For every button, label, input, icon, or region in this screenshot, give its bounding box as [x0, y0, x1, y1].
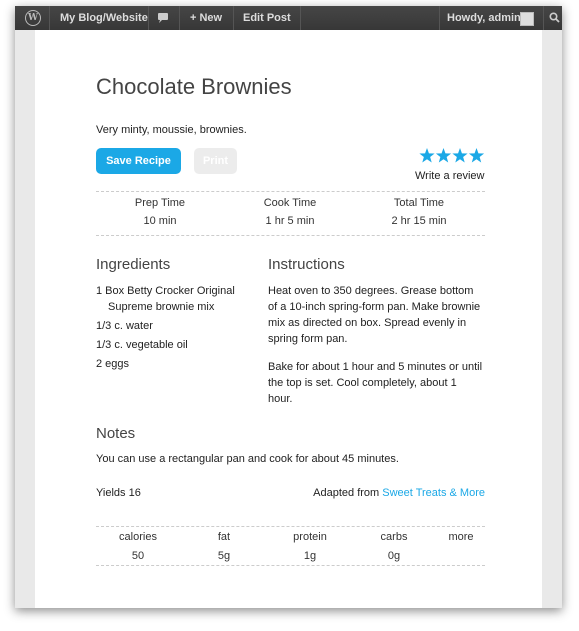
nutrition-label: fat: [217, 531, 231, 543]
admin-bar: W My Blog/Website + New Edit Post Howdy,…: [15, 6, 562, 30]
star-icon[interactable]: [452, 148, 468, 163]
divider: [96, 235, 485, 236]
recipe-card: Chocolate Brownies Very minty, moussie, …: [35, 30, 542, 608]
wordpress-menu[interactable]: W: [15, 6, 49, 30]
save-recipe-button[interactable]: Save Recipe: [96, 148, 181, 174]
edit-post-link[interactable]: Edit Post: [243, 6, 291, 30]
ingredient-item: 1 Box Betty Crocker Original Supreme bro…: [96, 283, 266, 315]
total-time-label: Total Time: [393, 197, 445, 209]
more-nutrition-link[interactable]: more: [431, 531, 491, 543]
instruction-line: of a 10-inch spring-form pan. Make brown…: [268, 301, 481, 313]
rating-stars[interactable]: [419, 146, 485, 166]
instructions-heading: Instructions: [268, 256, 345, 273]
ingredient-item: 1/3 c. water: [96, 320, 153, 332]
ingredients-heading: Ingredients: [96, 256, 171, 273]
ingredient-text: 1 Box Betty Crocker Original: [96, 285, 235, 297]
notes-heading: Notes: [96, 425, 136, 442]
site-name-link[interactable]: My Blog/Website: [60, 6, 148, 30]
cook-time-value: 1 hr 5 min: [265, 215, 315, 227]
recipe-summary: Very minty, moussie, brownies.: [96, 124, 247, 136]
instruction-line: mix as directed on box. Spread evenly in: [268, 317, 467, 329]
ingredient-item: 1/3 c. vegetable oil: [96, 339, 188, 351]
nutrition-value: 5g: [217, 550, 231, 562]
new-content-link[interactable]: + New: [190, 6, 222, 30]
instruction-step: Heat oven to 350 degrees. Grease bottom …: [268, 283, 498, 347]
divider: [96, 526, 485, 527]
nutrition-label: protein: [293, 531, 327, 543]
print-button[interactable]: Print: [194, 148, 237, 174]
prep-time-label: Prep Time: [134, 197, 186, 209]
instruction-line: spring form pan.: [268, 333, 348, 345]
yields: Yields 16: [96, 487, 141, 499]
adapted-from: Adapted from Sweet Treats & More: [310, 485, 485, 501]
source-link[interactable]: Sweet Treats & More: [382, 487, 485, 499]
search-button[interactable]: [548, 6, 562, 30]
nutrition-value: 50: [131, 550, 145, 562]
browser-window: W My Blog/Website + New Edit Post Howdy,…: [15, 6, 562, 608]
ingredient-item: 2 eggs: [96, 358, 130, 370]
instruction-line: Bake for about 1 hour and 5 minutes or u…: [268, 361, 483, 373]
nutrition-value: 1g: [303, 550, 317, 562]
instruction-step: Bake for about 1 hour and 5 minutes or u…: [268, 359, 498, 407]
ingredient-text: Supreme brownie mix: [108, 301, 215, 313]
recipe-title: Chocolate Brownies: [96, 74, 292, 99]
divider: [96, 565, 485, 566]
nutrition-value: 0g: [387, 550, 401, 562]
notes-text: You can use a rectangular pan and cook f…: [96, 453, 399, 465]
star-icon[interactable]: [419, 148, 435, 163]
cook-time-label: Cook Time: [263, 197, 317, 209]
star-icon[interactable]: [435, 148, 452, 163]
total-time-value: 2 hr 15 min: [391, 215, 447, 227]
search-icon: [549, 12, 560, 23]
instruction-line: hour.: [268, 393, 293, 405]
avatar[interactable]: [520, 12, 534, 26]
nutrition-label: carbs: [380, 531, 408, 543]
write-review-link[interactable]: Write a review: [415, 170, 484, 182]
wordpress-logo-icon: W: [25, 10, 41, 26]
instruction-line: Heat oven to 350 degrees. Grease bottom: [268, 285, 474, 297]
prep-time-value: 10 min: [143, 215, 177, 227]
howdy-account-link[interactable]: Howdy, admin: [447, 6, 521, 30]
comment-bubble-icon: [158, 13, 168, 23]
adapted-from-label: Adapted from: [313, 487, 380, 499]
nutrition-label: calories: [119, 531, 157, 543]
divider: [96, 191, 485, 192]
comments-link[interactable]: [156, 6, 170, 30]
star-icon[interactable]: [468, 148, 485, 163]
instruction-line: the top is set. Cool completely, about 1: [268, 377, 457, 389]
